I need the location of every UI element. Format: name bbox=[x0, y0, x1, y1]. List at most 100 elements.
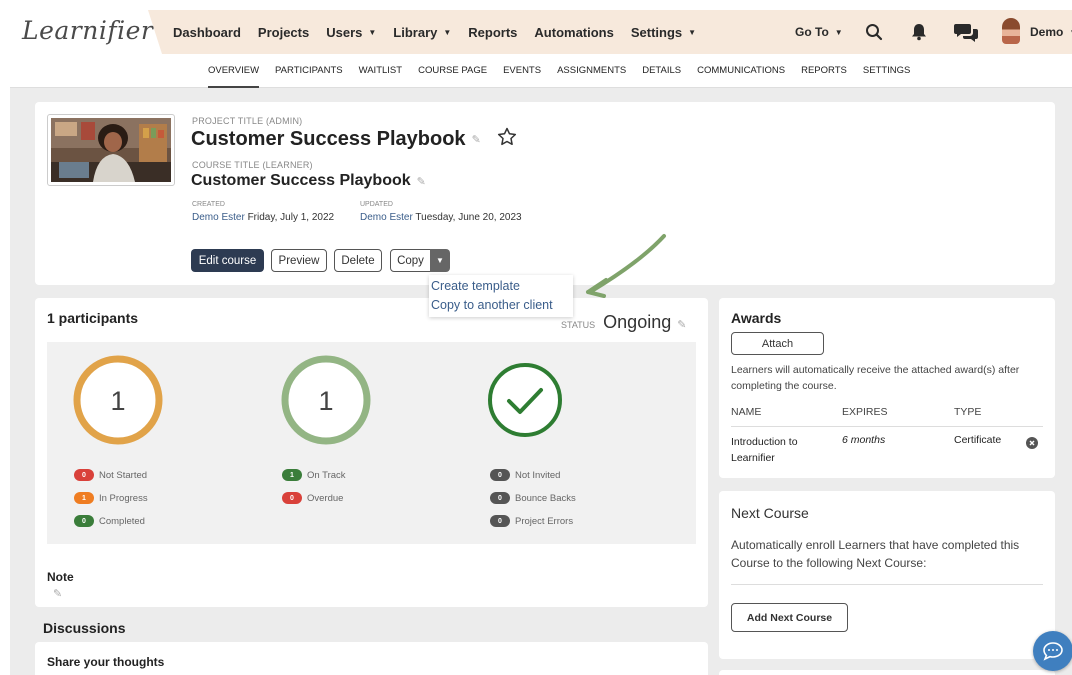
main-menu: Dashboard Projects Users ▼ Library ▼ Reports Au… bbox=[173, 10, 713, 54]
stat-row-completed[interactable]: 0 Completed bbox=[74, 515, 145, 527]
goto-menu[interactable]: Go To ▼ bbox=[795, 10, 843, 54]
not-started-ring: 1 bbox=[73, 355, 163, 445]
lower-right-card bbox=[719, 670, 1055, 675]
count-badge: 0 bbox=[282, 492, 302, 504]
nav-item-projects[interactable]: Projects bbox=[258, 25, 309, 40]
project-title-label: PROJECT TITLE (ADMIN) bbox=[192, 116, 303, 126]
chat-icon bbox=[1043, 642, 1063, 661]
next-course-divider bbox=[731, 584, 1043, 585]
copy-dropdown-toggle[interactable]: ▼ bbox=[430, 249, 450, 272]
ring-value: 1 bbox=[110, 386, 125, 416]
chevron-down-icon: ▼ bbox=[436, 256, 444, 265]
project-title-row: Customer Success Playbook ✎ bbox=[191, 127, 517, 152]
user-avatar[interactable] bbox=[1002, 18, 1020, 44]
awards-title: Awards bbox=[731, 310, 782, 326]
tab-participants[interactable]: PARTICIPANTS bbox=[275, 54, 343, 88]
edit-note-pencil-icon[interactable]: ✎ bbox=[53, 587, 62, 600]
chevron-down-icon: ▼ bbox=[834, 27, 843, 37]
stat-label: Overdue bbox=[307, 492, 344, 504]
chat-bubbles-icon[interactable] bbox=[952, 20, 980, 44]
nav-item-users[interactable]: Users ▼ bbox=[326, 25, 376, 40]
award-expires: 6 months bbox=[842, 434, 886, 446]
favorite-star-icon[interactable] bbox=[497, 127, 517, 152]
awards-col-name: NAME bbox=[731, 406, 762, 418]
edit-course-button[interactable]: Edit course bbox=[191, 249, 264, 272]
count-badge: 0 bbox=[490, 469, 510, 481]
share-thoughts-label: Share your thoughts bbox=[47, 655, 165, 669]
created-label: CREATED bbox=[192, 201, 225, 208]
add-next-course-button[interactable]: Add Next Course bbox=[731, 603, 848, 632]
stat-row-on-track[interactable]: 1 On Track bbox=[282, 469, 346, 481]
tab-events[interactable]: EVENTS bbox=[503, 54, 541, 88]
nav-item-dashboard[interactable]: Dashboard bbox=[173, 25, 241, 40]
nav-item-label: Settings bbox=[630, 24, 683, 40]
awards-description: Learners will automatically receive the … bbox=[731, 364, 1020, 392]
stat-label: In Progress bbox=[99, 492, 148, 504]
copy-button[interactable]: Copy bbox=[390, 249, 431, 272]
awards-card: Awards Attach Learners will automaticall… bbox=[719, 298, 1055, 478]
nav-item-label: Users bbox=[326, 24, 363, 40]
bell-icon[interactable] bbox=[907, 20, 931, 44]
edit-pencil-icon[interactable]: ✎ bbox=[417, 175, 426, 188]
tab-details[interactable]: DETAILS bbox=[642, 54, 681, 88]
app-frame: Learnifier Dashboard Projects Users ▼ Librar… bbox=[10, 10, 1072, 675]
tab-settings[interactable]: SETTINGS bbox=[863, 54, 911, 88]
logo-area: Learnifier bbox=[10, 10, 162, 54]
on-track-ring: 1 bbox=[281, 355, 371, 445]
next-course-description: Automatically enroll Learners that have … bbox=[731, 538, 1020, 570]
updated-info: Demo Ester Tuesday, June 20, 2023 bbox=[360, 212, 522, 223]
tab-waitlist[interactable]: WAITLIST bbox=[359, 54, 402, 88]
updated-by-link[interactable]: Demo Ester bbox=[360, 212, 413, 223]
next-course-card: Next Course Automatically enroll Learner… bbox=[719, 491, 1055, 659]
stat-row-project-errors[interactable]: 0 Project Errors bbox=[490, 515, 573, 527]
tab-overview[interactable]: OVERVIEW bbox=[208, 54, 260, 88]
nav-item-settings[interactable]: Settings ▼ bbox=[631, 25, 696, 40]
tab-assignments[interactable]: ASSIGNMENTS bbox=[557, 54, 626, 88]
tab-reports[interactable]: REPORTS bbox=[801, 54, 847, 88]
stat-label: Project Errors bbox=[515, 515, 574, 527]
user-menu[interactable]: Demo ▼ bbox=[1030, 10, 1072, 54]
edit-pencil-icon[interactable]: ✎ bbox=[472, 133, 481, 146]
ring-value: 1 bbox=[318, 386, 333, 416]
stat-row-bounce-backs[interactable]: 0 Bounce Backs bbox=[490, 492, 576, 504]
nav-item-label: Library bbox=[393, 24, 438, 40]
search-icon[interactable] bbox=[862, 20, 886, 44]
delete-button[interactable]: Delete bbox=[334, 249, 382, 272]
nav-item-reports[interactable]: Reports bbox=[468, 25, 517, 40]
goto-label: Go To bbox=[795, 25, 829, 39]
tab-course-page[interactable]: COURSE PAGE bbox=[418, 54, 487, 88]
stat-row-in-progress[interactable]: 1 In Progress bbox=[74, 492, 148, 504]
status-label: STATUS bbox=[561, 320, 596, 330]
tab-communications[interactable]: COMMUNICATIONS bbox=[697, 54, 785, 88]
stat-row-overdue[interactable]: 0 Overdue bbox=[282, 492, 343, 504]
created-info: Demo Ester Friday, July 1, 2022 bbox=[192, 212, 334, 223]
stat-row-not-invited[interactable]: 0 Not Invited bbox=[490, 469, 560, 481]
nav-item-label: Reports bbox=[468, 24, 518, 40]
nav-item-library[interactable]: Library ▼ bbox=[393, 25, 451, 40]
support-chat-button[interactable] bbox=[1033, 631, 1072, 671]
nav-item-label: Dashboard bbox=[173, 24, 241, 40]
created-by-link[interactable]: Demo Ester bbox=[192, 212, 245, 223]
stat-label: Not Started bbox=[99, 469, 148, 481]
remove-award-icon[interactable] bbox=[1026, 436, 1038, 454]
course-title-label: COURSE TITLE (LEARNER) bbox=[192, 160, 313, 170]
project-tab-list: OVERVIEW PARTICIPANTS WAITLIST COURSE PAGE E… bbox=[208, 54, 926, 88]
next-course-title: Next Course bbox=[731, 505, 809, 521]
learnifier-logo[interactable]: Learnifier bbox=[22, 16, 153, 45]
preview-button[interactable]: Preview bbox=[271, 249, 327, 272]
course-title: Customer Success Playbook bbox=[191, 172, 411, 189]
nav-item-automations[interactable]: Automations bbox=[534, 25, 613, 40]
create-template-option[interactable]: Create template bbox=[431, 277, 571, 296]
stat-row-not-started[interactable]: 0 Not Started bbox=[74, 469, 147, 481]
project-tabs: OVERVIEW PARTICIPANTS WAITLIST COURSE PAGE E… bbox=[10, 54, 1072, 88]
copy-to-client-option[interactable]: Copy to another client bbox=[431, 296, 571, 315]
project-header-card: PROJECT TITLE (ADMIN) Customer Success P… bbox=[35, 102, 1055, 285]
course-thumbnail[interactable] bbox=[47, 114, 175, 186]
edit-pencil-icon[interactable]: ✎ bbox=[677, 318, 686, 331]
updated-date: Tuesday, June 20, 2023 bbox=[415, 212, 522, 223]
nav-item-label: Projects bbox=[257, 24, 310, 40]
annotation-arrow-icon bbox=[586, 234, 666, 298]
attach-award-button[interactable]: Attach bbox=[731, 332, 824, 355]
participant-stats-panel: 1 1 0 Not Started 1 In Progress 0 Completed 1… bbox=[47, 342, 696, 544]
created-date: Friday, July 1, 2022 bbox=[247, 212, 335, 223]
